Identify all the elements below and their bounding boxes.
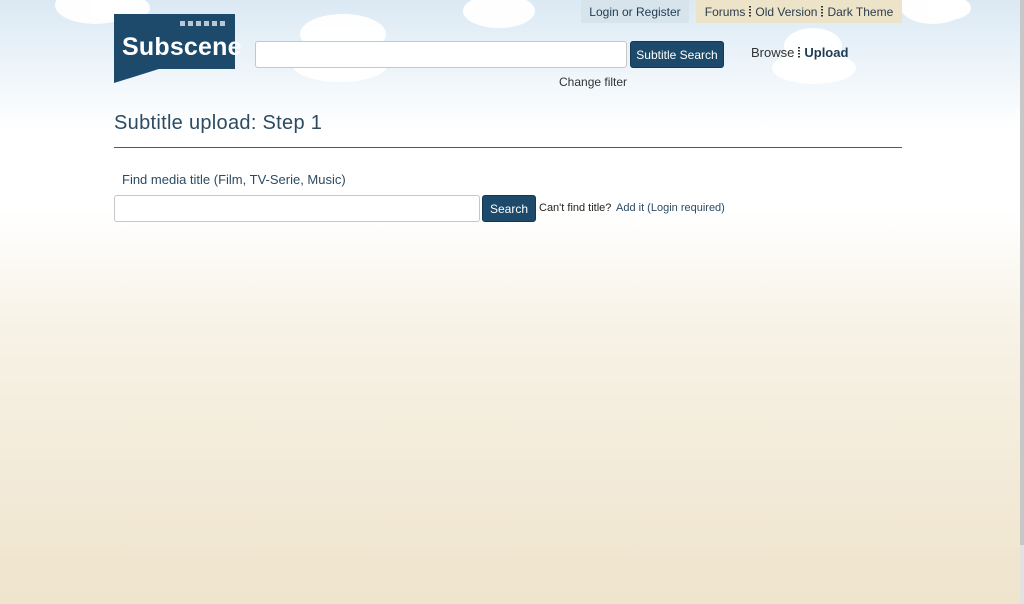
old-version-link[interactable]: Old Version <box>755 5 817 19</box>
find-media-label: Find media title (Film, TV-Serie, Music) <box>122 172 346 187</box>
media-title-input[interactable] <box>114 195 480 222</box>
film-strip-icon <box>180 21 225 26</box>
page-scrollbar[interactable] <box>1020 0 1024 604</box>
upload-link[interactable]: Upload <box>804 45 848 60</box>
cant-find-text: Can't find title? <box>539 202 612 214</box>
account-bar: Login or Register <box>581 0 689 23</box>
add-title-link[interactable]: Add it (Login required) <box>616 202 725 214</box>
scrollbar-thumb[interactable] <box>1020 0 1024 545</box>
cloud-decoration <box>463 0 535 28</box>
subtitle-search-input[interactable] <box>255 41 627 68</box>
dark-theme-link[interactable]: Dark Theme <box>827 5 893 19</box>
title-divider <box>114 147 902 148</box>
change-filter-link[interactable]: Change filter <box>559 75 627 89</box>
browse-link[interactable]: Browse <box>751 45 794 60</box>
subtitle-search-button[interactable]: Subtitle Search <box>630 41 724 68</box>
site-links-bar: Forums Old Version Dark Theme <box>696 0 902 23</box>
separator <box>798 46 801 59</box>
logo-text: Subscene <box>122 33 242 61</box>
media-search-button[interactable]: Search <box>482 195 536 222</box>
logo-speech-tail <box>114 68 162 83</box>
login-register-link[interactable]: Login or Register <box>581 0 689 24</box>
separator <box>821 5 824 18</box>
separator <box>749 5 752 18</box>
forums-link[interactable]: Forums <box>705 5 746 19</box>
subscene-logo[interactable]: Subscene <box>114 14 242 69</box>
main-nav: Browse Upload <box>751 45 848 60</box>
page-title: Subtitle upload: Step 1 <box>114 112 323 134</box>
cloud-decoration <box>925 0 971 20</box>
